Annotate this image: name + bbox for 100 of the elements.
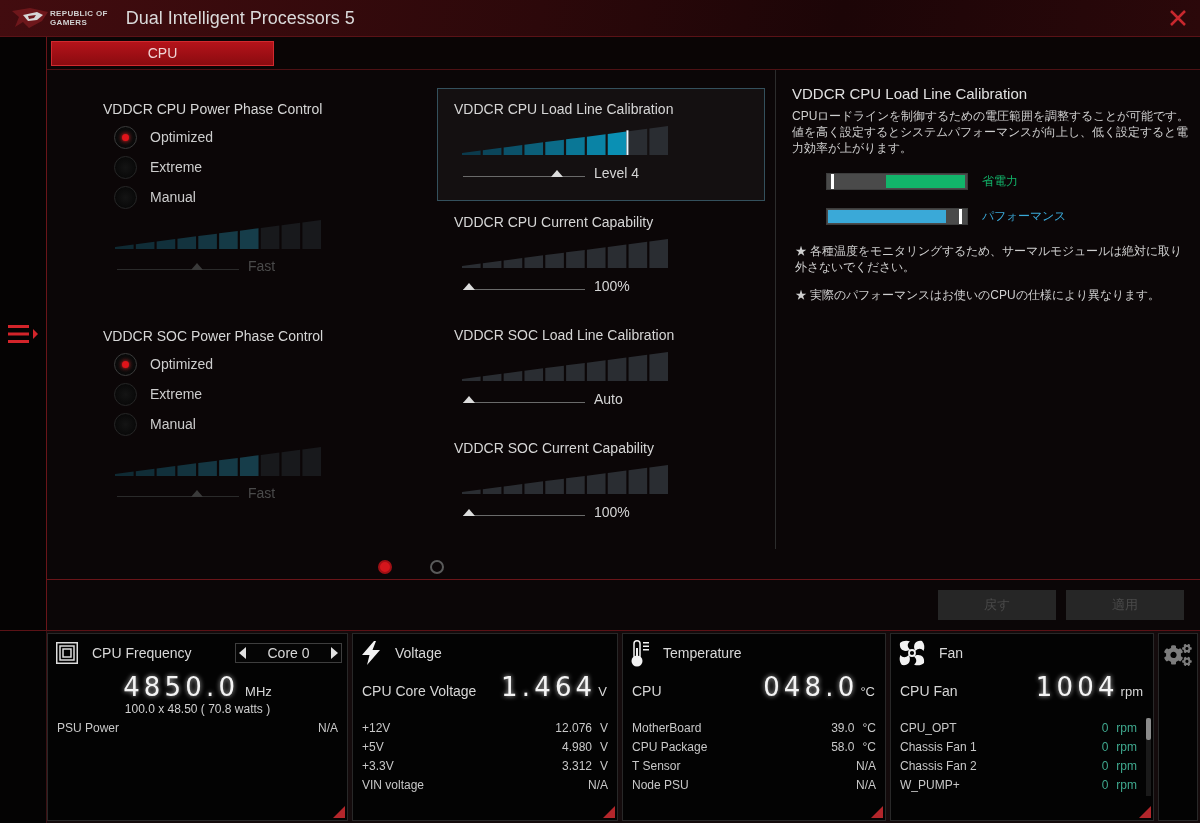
tab[interactable]: CPU (51, 41, 274, 66)
sensor-label: CPU_OPT (900, 719, 957, 737)
help-note: ★ 各種温度をモニタリングするため、サーマルモジュールは絶対に取り外さないでください。 (795, 243, 1184, 275)
sensor-label: Chassis Fan 2 (900, 757, 977, 775)
slider-thumb[interactable] (463, 509, 475, 516)
sensor-value: N/A (856, 776, 876, 794)
sensor-label: CPU Package (632, 738, 708, 756)
sensor-value: N/A (318, 719, 338, 737)
card-title: Fan (939, 643, 964, 663)
sensor-label: Node PSU (632, 776, 689, 794)
radio-label[interactable]: Manual (150, 186, 196, 208)
reading-unit: °C (860, 683, 875, 701)
settings-icon[interactable] (1164, 644, 1192, 666)
triangle-right-icon (331, 647, 338, 659)
big-reading: 048.0 (763, 672, 859, 702)
radio-button[interactable] (114, 412, 137, 436)
resize-corner-icon[interactable] (871, 806, 883, 818)
resize-corner-icon[interactable] (1139, 806, 1151, 818)
scrollbar[interactable] (1146, 718, 1151, 796)
radio-button[interactable] (114, 185, 137, 209)
slider-value: Auto (594, 391, 623, 407)
sensor-label: VIN voltage (362, 776, 425, 794)
slider-value: Fast (248, 485, 276, 501)
setting-panel[interactable]: VDDCR CPU Current Capability 100% (437, 201, 765, 314)
resize-corner-icon[interactable] (603, 806, 615, 818)
setting-title: VDDCR SOC Load Line Calibration (454, 326, 676, 344)
sensor-label: +3.3V (362, 757, 394, 775)
section-title: VDDCR SOC Power Phase Control (103, 327, 325, 345)
legend-label: 省電力 (982, 173, 1018, 190)
slider-value: Fast (248, 258, 276, 274)
menu-icon[interactable] (8, 323, 38, 344)
card-title: CPU Frequency (92, 643, 192, 663)
core-selector[interactable]: Core 0 (235, 643, 342, 663)
setting-title: VDDCR CPU Load Line Calibration (454, 100, 675, 118)
radio-button[interactable] (114, 382, 137, 406)
close-button[interactable] (1170, 10, 1186, 26)
sensor-unit: rpm (1116, 738, 1137, 756)
legend-label: パフォーマンス (982, 208, 1066, 225)
reading-unit: rpm (1120, 683, 1143, 701)
frequency-detail: 100.0 x 48.50 ( 70.8 watts ) (124, 702, 271, 716)
slider-thumb[interactable] (463, 396, 475, 403)
sensor-unit: rpm (1116, 719, 1137, 737)
setting-title: VDDCR SOC Current Capability (454, 439, 655, 457)
setting-panel[interactable]: VDDCR SOC Load Line Calibration Auto (437, 314, 765, 427)
radio-label[interactable]: Optimized (150, 126, 214, 148)
logo-text: GAMERS (50, 18, 89, 27)
radio-button[interactable] (114, 125, 137, 149)
radio-button[interactable] (114, 352, 137, 376)
big-reading: 1004 (1035, 672, 1119, 702)
sensor-label: T Sensor (632, 757, 681, 775)
reading-unit: MHz (245, 683, 272, 701)
reading-label: CPU Fan (900, 682, 958, 701)
sensor-value: 3.312 (561, 757, 592, 775)
sensor-label: W_PUMP+ (900, 776, 960, 794)
resize-corner-icon[interactable] (333, 806, 345, 818)
previous-core-button[interactable] (239, 647, 246, 659)
sensor-unit: V (600, 719, 608, 737)
help-description: CPUロードラインを制御するための電圧範囲を調整することが可能です。値を高く設定するとシステムパフォーマンスが向上し、低く設定すると電力効率が上がります。 (792, 108, 1190, 156)
reading-label: CPU Core Voltage (362, 682, 477, 701)
chip-icon (56, 642, 78, 664)
big-reading: 1.464 (501, 672, 597, 702)
sensor-label: +5V (362, 738, 384, 756)
card-title: Voltage (395, 643, 442, 663)
sensor-value: 0 (1101, 738, 1109, 756)
big-reading: 4850.0 (123, 672, 240, 702)
card-title: Temperature (663, 643, 742, 663)
sensor-unit: V (600, 738, 608, 756)
sensor-value: 4.980 (561, 738, 592, 756)
setting-title: VDDCR CPU Current Capability (454, 213, 655, 231)
lightning-icon (361, 641, 381, 665)
next-core-button[interactable] (331, 647, 338, 659)
sensor-label: MotherBoard (632, 719, 702, 737)
window-title: Dual Intelligent Processors 5 (125, 6, 355, 30)
logo-text: REPUBLIC OF (50, 9, 108, 18)
radio-label[interactable]: Extreme (150, 383, 203, 405)
sensor-value: 39.0 (831, 719, 855, 737)
sensor-value: 12.076 (555, 719, 592, 737)
help-title: VDDCR CPU Load Line Calibration (792, 84, 1029, 104)
section-title: VDDCR CPU Power Phase Control (103, 100, 324, 118)
sensor-value: 58.0 (831, 738, 855, 756)
setting-panel[interactable]: VDDCR SOC Current Capability 100% (437, 427, 765, 540)
radio-label[interactable]: Optimized (150, 353, 214, 375)
radio-button[interactable] (114, 155, 137, 179)
slider-thumb[interactable] (463, 283, 475, 290)
sensor-label: +12V (362, 719, 391, 737)
setting-panel[interactable]: VDDCR CPU Load Line Calibration Level 4 (437, 88, 765, 201)
sensor-unit: rpm (1116, 757, 1137, 775)
sensor-label: PSU Power (57, 719, 120, 737)
reading-unit: V (598, 683, 607, 701)
sensor-unit: °C (862, 738, 876, 756)
sensor-value: 0 (1101, 757, 1109, 775)
slider-value: Level 4 (594, 165, 640, 181)
radio-label[interactable]: Extreme (150, 156, 203, 178)
sensor-label: Chassis Fan 1 (900, 738, 977, 756)
slider-value: 100% (594, 504, 630, 520)
close-icon (1170, 10, 1186, 26)
logo-icon (12, 8, 48, 28)
radio-label[interactable]: Manual (150, 413, 196, 435)
sensor-value: N/A (588, 776, 608, 794)
slider-thumb[interactable] (551, 170, 563, 177)
